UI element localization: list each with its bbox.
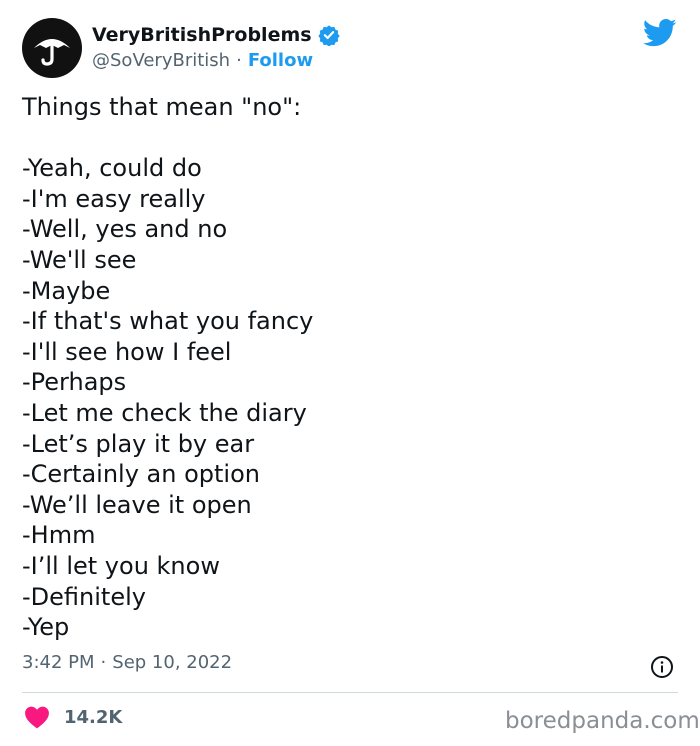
tweet-card: VeryBritishProblems @SoVeryBritish · Fol… — [0, 0, 700, 746]
avatar[interactable] — [22, 18, 82, 78]
tweet-line: -Hmm — [22, 521, 96, 550]
twitter-bird-icon[interactable] — [643, 18, 677, 48]
tweet-line: -Let me check the diary — [22, 398, 307, 427]
author-handle[interactable]: @SoVeryBritish — [92, 50, 230, 71]
tweet-text: Things that mean "no": -Yeah, could do -I'… — [22, 92, 662, 643]
author-display-name[interactable]: VeryBritishProblems — [92, 24, 312, 46]
tweet-line: -We’ll leave it open — [22, 490, 252, 519]
tweet-line: -Perhaps — [22, 368, 127, 397]
tweet-line: -I'll see how I feel — [22, 337, 232, 366]
tweet-line: -I'm easy really — [22, 184, 206, 213]
author-handle-row: @SoVeryBritish · Follow — [92, 50, 313, 71]
tweet-line: -I’ll let you know — [22, 551, 220, 580]
tweet-line: -Let’s play it by ear — [22, 429, 255, 458]
tweet-line: -Certainly an option — [22, 460, 260, 489]
tweet-line: -Yep — [22, 613, 70, 642]
tweet-timestamp[interactable]: 3:42 PM · Sep 10, 2022 — [22, 652, 232, 673]
tweet-line: -Definitely — [22, 582, 146, 611]
like-button[interactable]: 14.2K — [24, 705, 122, 729]
verified-badge-icon — [317, 25, 340, 46]
boredpanda-watermark: boredpanda.com — [505, 708, 700, 734]
author-name-row: VeryBritishProblems — [92, 24, 340, 46]
tweet-line: -If that's what you fancy — [22, 307, 314, 336]
heart-icon — [25, 706, 49, 729]
tweet-time: 3:42 PM — [22, 652, 95, 673]
like-count: 14.2K — [64, 706, 123, 728]
tweet-line: -Yeah, could do — [22, 154, 202, 183]
follow-button[interactable]: Follow — [248, 50, 313, 71]
info-icon[interactable] — [650, 655, 674, 679]
tweet-line: -We'll see — [22, 245, 137, 274]
umbrella-icon — [34, 39, 70, 66]
tweet-line: -Maybe — [22, 276, 111, 305]
timestamp-separator: · — [100, 652, 107, 673]
handle-separator: · — [236, 50, 242, 71]
tweet-heading-line: Things that mean "no": — [22, 93, 302, 121]
tweet-line: -Well, yes and no — [22, 215, 228, 244]
tweet-date: Sep 10, 2022 — [112, 652, 233, 673]
divider — [22, 692, 678, 693]
